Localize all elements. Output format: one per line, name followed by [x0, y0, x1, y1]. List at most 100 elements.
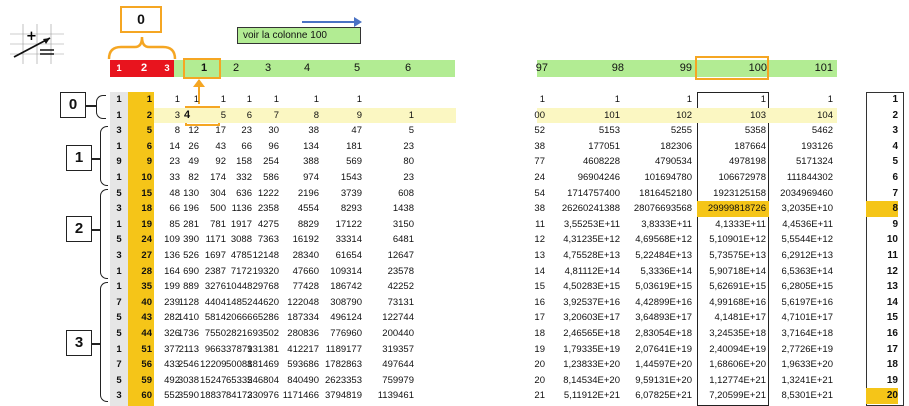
table-cell[interactable]: 122744: [374, 310, 414, 326]
table-cell[interactable]: 47: [322, 123, 362, 139]
table-cell[interactable]: 889: [175, 279, 199, 295]
row-number[interactable]: 1: [128, 92, 152, 108]
table-cell[interactable]: 5,6197E+16: [769, 295, 833, 311]
table-cell[interactable]: 23: [374, 170, 414, 186]
table-cell[interactable]: 254: [243, 154, 279, 170]
table-cell[interactable]: 4,75528E+13: [550, 248, 620, 264]
table-cell[interactable]: 5,03619E+15: [622, 279, 692, 295]
table-cell[interactable]: 7363: [243, 232, 279, 248]
table-cell[interactable]: 2,7726E+19: [769, 342, 833, 358]
table-cell[interactable]: 1189177: [322, 342, 362, 358]
table-cell[interactable]: 65286: [243, 310, 279, 326]
table-cell[interactable]: 4,31235E+12: [550, 232, 620, 248]
table-cell[interactable]: 181: [322, 139, 362, 155]
table-cell[interactable]: 4608228: [550, 154, 620, 170]
table-cell[interactable]: 80: [374, 154, 414, 170]
table-cell[interactable]: 390: [175, 232, 199, 248]
header-col-98[interactable]: 98: [584, 60, 624, 77]
table-cell[interactable]: 8293: [322, 201, 362, 217]
table-cell[interactable]: 122048: [279, 295, 319, 311]
table-cell[interactable]: 974: [279, 170, 319, 186]
table-cell[interactable]: 14: [529, 264, 545, 280]
row-number[interactable]: 28: [128, 264, 152, 280]
table-cell[interactable]: 15: [529, 279, 545, 295]
table-cell[interactable]: 781: [200, 217, 226, 233]
header-col-6[interactable]: 6: [393, 60, 423, 77]
table-cell[interactable]: 6,2912E+13: [769, 248, 833, 264]
table-cell[interactable]: 96: [243, 139, 279, 155]
table-cell[interactable]: 3739: [322, 186, 362, 202]
table-cell[interactable]: 280836: [279, 326, 319, 342]
table-cell[interactable]: 92: [200, 154, 226, 170]
table-cell[interactable]: 304: [200, 186, 226, 202]
table-cell[interactable]: 61654: [322, 248, 362, 264]
table-cell[interactable]: 102: [622, 108, 692, 124]
table-cell[interactable]: 7,20599E+21: [698, 388, 766, 404]
table-cell[interactable]: 109314: [322, 264, 362, 280]
table-cell[interactable]: 3,8333E+11: [622, 217, 692, 233]
header-red-col-2[interactable]: 2: [128, 60, 160, 77]
row-number[interactable]: 18: [128, 201, 152, 217]
header-col-5[interactable]: 5: [342, 60, 372, 77]
table-cell[interactable]: 4404: [200, 295, 226, 311]
table-cell[interactable]: 111844302: [769, 170, 833, 186]
table-cell[interactable]: 49: [175, 154, 199, 170]
table-cell[interactable]: 33314: [322, 232, 362, 248]
header-red-col-3[interactable]: 3: [160, 60, 174, 77]
table-cell[interactable]: 30: [243, 123, 279, 139]
table-cell[interactable]: 42252: [374, 279, 414, 295]
table-cell[interactable]: 19320: [243, 264, 279, 280]
table-cell[interactable]: 1222: [243, 186, 279, 202]
row-number[interactable]: 15: [128, 186, 152, 202]
table-cell[interactable]: 1736: [175, 326, 199, 342]
table-cell[interactable]: 19: [529, 342, 545, 358]
table-cell[interactable]: 1128: [175, 295, 199, 311]
table-cell[interactable]: 4554: [279, 201, 319, 217]
table-cell[interactable]: 3,92537E+16: [550, 295, 620, 311]
table-cell[interactable]: 12647: [374, 248, 414, 264]
table-cell[interactable]: 5814: [200, 310, 226, 326]
row-number[interactable]: 51: [128, 342, 152, 358]
table-cell[interactable]: 28340: [279, 248, 319, 264]
table-cell[interactable]: 1: [769, 92, 833, 108]
row-number[interactable]: 19: [128, 217, 152, 233]
header-red-col-1[interactable]: 1: [110, 60, 128, 77]
row-number[interactable]: 10: [128, 170, 152, 186]
table-cell[interactable]: 1923125158: [698, 186, 766, 202]
table-cell[interactable]: 6,07825E+21: [622, 388, 692, 404]
table-cell[interactable]: 1: [698, 92, 766, 108]
table-cell[interactable]: 26: [175, 139, 199, 155]
table-cell[interactable]: 1,9633E+20: [769, 357, 833, 373]
table-cell[interactable]: 187334: [279, 310, 319, 326]
table-cell[interactable]: 196: [175, 201, 199, 217]
table-cell[interactable]: 17: [529, 310, 545, 326]
table-cell[interactable]: 20: [529, 357, 545, 373]
table-cell[interactable]: 1: [529, 92, 545, 108]
table-cell[interactable]: 1782863: [322, 357, 362, 373]
table-cell[interactable]: 17122: [322, 217, 362, 233]
table-cell[interactable]: 1,23833E+20: [550, 357, 620, 373]
table-cell[interactable]: 2387: [200, 264, 226, 280]
table-cell[interactable]: 7550: [200, 326, 226, 342]
header-col-101[interactable]: 101: [793, 60, 833, 77]
table-cell[interactable]: 4,50283E+15: [550, 279, 620, 295]
table-cell[interactable]: 496124: [322, 310, 362, 326]
table-cell[interactable]: 330976: [243, 388, 279, 404]
table-cell[interactable]: 12148: [243, 248, 279, 264]
table-cell[interactable]: 3590: [175, 388, 199, 404]
table-cell[interactable]: 3276: [200, 279, 226, 295]
table-cell[interactable]: 47660: [279, 264, 319, 280]
table-cell[interactable]: 608: [374, 186, 414, 202]
table-cell[interactable]: 281: [175, 217, 199, 233]
table-cell[interactable]: 131381: [243, 342, 279, 358]
table-cell[interactable]: 4,1481E+17: [698, 310, 766, 326]
table-cell[interactable]: 101694780: [622, 170, 692, 186]
header-col-2[interactable]: 2: [221, 60, 251, 77]
table-cell[interactable]: 5,62691E+15: [698, 279, 766, 295]
table-cell[interactable]: 1: [550, 92, 620, 108]
table-cell[interactable]: 4,4536E+11: [769, 217, 833, 233]
table-cell[interactable]: 5: [200, 108, 226, 124]
table-cell[interactable]: 177051: [550, 139, 620, 155]
table-cell[interactable]: 11: [529, 217, 545, 233]
table-cell[interactable]: 6,2805E+15: [769, 279, 833, 295]
